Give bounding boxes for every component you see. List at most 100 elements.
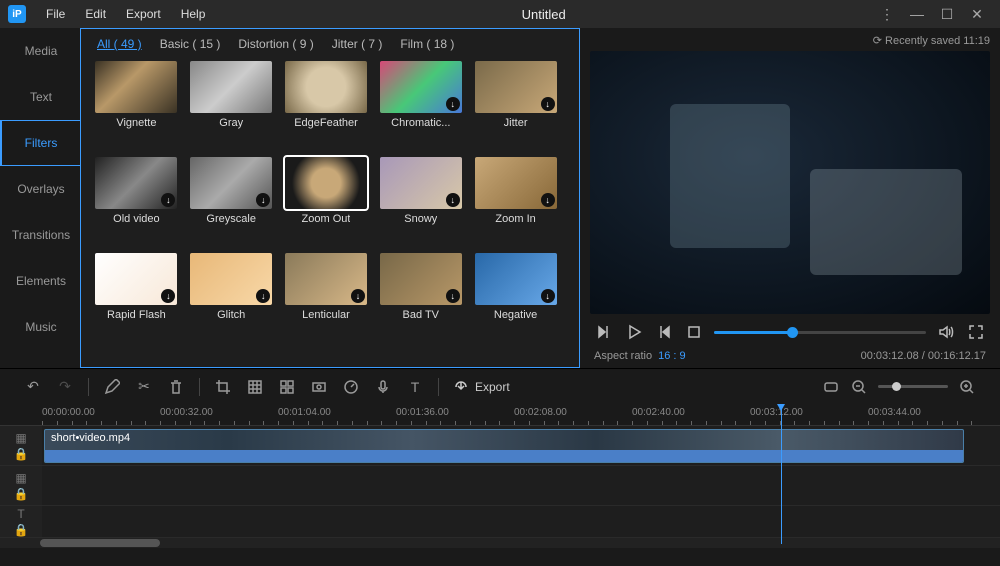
maximize-icon[interactable]: ☐ xyxy=(932,4,962,24)
download-icon[interactable]: ↓ xyxy=(446,193,460,207)
seek-bar[interactable] xyxy=(714,331,926,334)
filter-label: EdgeFeather xyxy=(294,117,358,129)
filter-item[interactable]: ↓Rapid Flash xyxy=(93,253,180,341)
speed-icon[interactable] xyxy=(342,378,360,396)
filter-grid[interactable]: Vignette Gray EdgeFeather ↓ Chromatic... ↓Jit… xyxy=(93,61,567,341)
sidebar-tab-overlays[interactable]: Overlays xyxy=(0,166,80,212)
filter-category[interactable]: Distortion ( 9 ) xyxy=(238,37,313,51)
minimize-icon[interactable]: — xyxy=(902,4,932,24)
redo-icon[interactable]: ↷ xyxy=(56,378,74,396)
mic-icon[interactable] xyxy=(374,378,392,396)
ruler-mark: 00:01:04.00 xyxy=(278,407,331,418)
track-body[interactable]: short•video.mp4 xyxy=(42,426,1000,465)
filter-category[interactable]: All ( 49 ) xyxy=(97,37,142,51)
text-icon[interactable]: T xyxy=(406,378,424,396)
menu-export[interactable]: Export xyxy=(116,7,171,21)
edit-icon[interactable] xyxy=(103,378,121,396)
next-frame-icon[interactable] xyxy=(654,322,674,342)
window-title: Untitled xyxy=(215,7,872,22)
filter-category[interactable]: Basic ( 15 ) xyxy=(160,37,221,51)
filter-label: Vignette xyxy=(116,117,156,129)
undo-icon[interactable]: ↶ xyxy=(24,378,42,396)
ruler-mark: 00:03:44.00 xyxy=(868,407,921,418)
download-icon[interactable]: ↓ xyxy=(161,289,175,303)
lock-icon[interactable]: 🔒 xyxy=(14,447,29,461)
filter-item[interactable]: ↓Old video xyxy=(93,157,180,245)
filter-item[interactable]: ↓ Glitch xyxy=(188,253,275,341)
video-preview[interactable] xyxy=(590,51,990,314)
close-icon[interactable]: ✕ xyxy=(962,4,992,24)
filter-category[interactable]: Jitter ( 7 ) xyxy=(332,37,383,51)
download-icon[interactable]: ↓ xyxy=(351,289,365,303)
fit-icon[interactable] xyxy=(822,378,840,396)
track-head-text[interactable]: T🔒 xyxy=(0,506,42,537)
filter-item[interactable]: ↓Lenticular xyxy=(283,253,370,341)
titlebar: iP File Edit Export Help Untitled ⋮ — ☐ … xyxy=(0,0,1000,28)
filter-item[interactable]: ↓ Chromatic... xyxy=(377,61,464,149)
filter-label: Old video xyxy=(113,213,159,225)
play-icon[interactable] xyxy=(624,322,644,342)
overlay-track: ▦🔒 xyxy=(0,466,1000,506)
sidebar-tab-text[interactable]: Text xyxy=(0,74,80,120)
delete-icon[interactable] xyxy=(167,378,185,396)
cut-icon[interactable]: ✂ xyxy=(135,378,153,396)
download-icon[interactable]: ↓ xyxy=(161,193,175,207)
filter-item[interactable]: EdgeFeather xyxy=(283,61,370,149)
sidebar-tab-media[interactable]: Media xyxy=(0,28,80,74)
mosaic-icon[interactable] xyxy=(246,378,264,396)
sidebar-tab-elements[interactable]: Elements xyxy=(0,258,80,304)
filter-item[interactable]: ↓Jitter xyxy=(472,61,559,149)
saved-status: ⟳ Recently saved 11:19 xyxy=(590,34,990,47)
filter-label: Chromatic... xyxy=(391,117,450,129)
stop-icon[interactable] xyxy=(684,322,704,342)
zoom-slider[interactable] xyxy=(878,385,948,388)
menu-help[interactable]: Help xyxy=(171,7,216,21)
download-icon[interactable]: ↓ xyxy=(256,193,270,207)
more-icon[interactable]: ⋮ xyxy=(872,4,902,24)
menu-edit[interactable]: Edit xyxy=(75,7,116,21)
filter-item[interactable]: Zoom Out xyxy=(283,157,370,245)
ruler-mark: 00:02:40.00 xyxy=(632,407,685,418)
track-head-video[interactable]: ▦🔒 xyxy=(0,426,42,465)
filter-label: Zoom Out xyxy=(302,213,351,225)
export-button[interactable]: Export xyxy=(453,379,510,395)
filter-category[interactable]: Film ( 18 ) xyxy=(400,37,454,51)
record-icon[interactable] xyxy=(310,378,328,396)
menu-file[interactable]: File xyxy=(36,7,75,21)
timeline-ruler[interactable]: 00:00:00.0000:00:32.0000:01:04.0000:01:3… xyxy=(0,404,1000,426)
playhead[interactable] xyxy=(781,404,782,544)
filter-item[interactable]: ↓Bad TV xyxy=(377,253,464,341)
filter-item[interactable]: Gray xyxy=(188,61,275,149)
filter-label: Negative xyxy=(494,309,537,321)
sidebar-tab-transitions[interactable]: Transitions xyxy=(0,212,80,258)
filter-panel: All ( 49 ) Basic ( 15 ) Distortion ( 9 ) Ji… xyxy=(80,28,580,368)
track-head-overlay[interactable]: ▦🔒 xyxy=(0,466,42,505)
download-icon[interactable]: ↓ xyxy=(541,193,555,207)
video-clip[interactable]: short•video.mp4 xyxy=(44,429,964,463)
grid-icon[interactable] xyxy=(278,378,296,396)
playback-controls xyxy=(590,314,990,350)
sidebar-tab-music[interactable]: Music xyxy=(0,304,80,350)
fullscreen-icon[interactable] xyxy=(966,322,986,342)
text-track: T🔒 xyxy=(0,506,1000,538)
filter-item[interactable]: ↓Snowy xyxy=(377,157,464,245)
filter-label: Zoom In xyxy=(495,213,535,225)
zoom-out-icon[interactable] xyxy=(850,378,868,396)
prev-frame-icon[interactable] xyxy=(594,322,614,342)
download-icon[interactable]: ↓ xyxy=(446,97,460,111)
download-icon[interactable]: ↓ xyxy=(541,289,555,303)
ruler-mark: 00:01:36.00 xyxy=(396,407,449,418)
filter-item[interactable]: ↓ Negative xyxy=(472,253,559,341)
filter-item[interactable]: ↓ Zoom In xyxy=(472,157,559,245)
crop-icon[interactable] xyxy=(214,378,232,396)
timeline-scrollbar[interactable] xyxy=(0,538,1000,548)
filter-label: Glitch xyxy=(217,309,245,321)
download-icon[interactable]: ↓ xyxy=(541,97,555,111)
filter-item[interactable]: ↓Greyscale xyxy=(188,157,275,245)
volume-icon[interactable] xyxy=(936,322,956,342)
download-icon[interactable]: ↓ xyxy=(446,289,460,303)
filter-item[interactable]: Vignette xyxy=(93,61,180,149)
sidebar-tab-filters[interactable]: Filters xyxy=(0,120,80,166)
zoom-in-icon[interactable] xyxy=(958,378,976,396)
download-icon[interactable]: ↓ xyxy=(256,289,270,303)
